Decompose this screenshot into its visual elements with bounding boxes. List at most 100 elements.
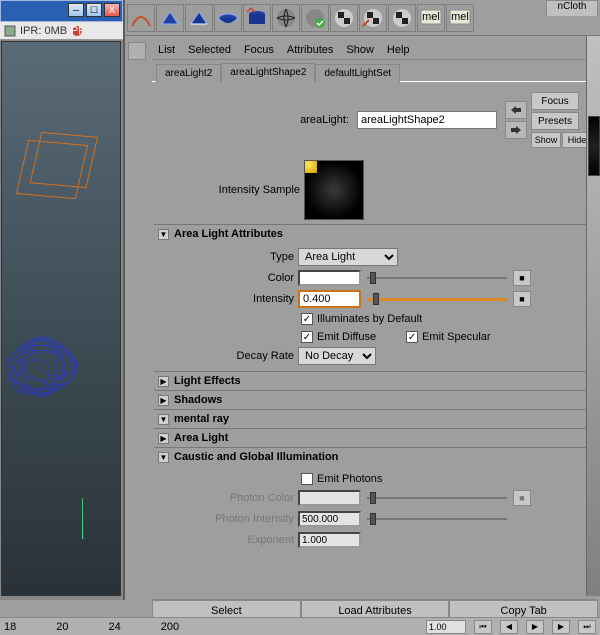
timeline-frame: 18 [4,621,16,633]
emit-specular-label: Emit Specular [422,331,490,343]
ipr-text: IPR: 0MB [20,25,67,37]
tool-tab-toggle[interactable] [128,42,146,60]
section-caustic-gi[interactable]: ▼Caustic and Global Illumination [154,448,596,466]
photon-intensity-slider [367,511,507,527]
nav-down-button[interactable] [505,121,527,139]
timeline-frame: 200 [161,621,179,633]
timeline-frame: 24 [109,621,121,633]
tab-defaultlightset[interactable]: defaultLightSet [315,64,400,82]
menu-list[interactable]: List [158,44,175,56]
timeline-prev-icon[interactable]: ◀ [500,620,518,634]
presets-button[interactable]: Presets [531,112,579,130]
shelf-bar: mel mel nCloth [125,0,600,36]
photon-intensity-label: Photon Intensity [158,513,298,525]
illuminates-label: Illuminates by Default [317,313,422,325]
timeline-bar[interactable]: 18 20 24 200 ⏮ ◀ ▶ ▶ ⏭ [0,617,600,635]
shelf-icon-mel2[interactable]: mel [446,4,474,32]
color-label: Color [158,272,298,284]
node-name-field[interactable] [357,111,497,129]
menu-bar: List Selected Focus Attributes Show Help [152,40,598,60]
close-button[interactable]: X [104,3,120,17]
node-name-label: areaLight: [300,114,353,126]
intensity-sample-label: Intensity Sample [154,184,304,196]
photon-color-map-button: ■ [513,490,531,506]
ipr-status-bar: IPR: 0MB IPR [0,22,123,40]
minimize-button[interactable]: ─ [68,3,84,17]
menu-selected[interactable]: Selected [188,44,231,56]
timeline-rewind-icon[interactable]: ⏮ [474,620,492,634]
svg-text:IPR: IPR [71,25,83,37]
section-area-light-attributes[interactable]: ▼ Area Light Attributes [154,225,596,243]
tab-arealight2[interactable]: areaLight2 [156,64,221,82]
right-side-strip [586,36,600,596]
menu-focus[interactable]: Focus [244,44,274,56]
section-mental-ray[interactable]: ▼mental ray [154,410,596,428]
shelf-icon-checker1[interactable] [330,4,358,32]
nav-up-button[interactable] [505,101,527,119]
show-button[interactable]: Show [531,132,561,148]
chevron-down-icon: ▼ [158,452,169,463]
section-light-effects[interactable]: ▶Light Effects [154,372,596,390]
timeline-current-field[interactable] [426,620,466,634]
attribute-editor: List Selected Focus Attributes Show Help… [152,40,598,601]
timeline-next-icon[interactable]: ▶ [552,620,570,634]
emit-photons-label: Emit Photons [317,473,382,485]
menu-attributes[interactable]: Attributes [287,44,333,56]
shelf-icon-checker2[interactable] [359,4,387,32]
timeline-frame: 20 [56,621,68,633]
emit-photons-checkbox[interactable] [301,473,313,485]
shelf-icon-sphere[interactable] [272,4,300,32]
photon-color-swatch [298,490,361,506]
tab-arealightshape2[interactable]: areaLightShape2 [221,63,315,82]
shelf-icon-loft[interactable] [156,4,184,32]
emit-specular-checkbox[interactable] [406,331,418,343]
maximize-button[interactable]: ☐ [86,3,102,17]
shelf-icon-extrude[interactable] [243,4,271,32]
node-tabs: areaLight2 areaLightShape2 defaultLightS… [152,60,598,82]
photon-color-slider [367,490,507,506]
toolbox-column [128,40,148,600]
color-slider[interactable] [367,270,507,286]
shelf-icon-sphere-check[interactable] [301,4,329,32]
intensity-label: Intensity [158,293,298,305]
viewport-3d[interactable] [1,41,121,596]
emit-diffuse-checkbox[interactable] [301,331,313,343]
timeline-play-icon[interactable]: ▶ [526,620,544,634]
timeline-end-icon[interactable]: ⏭ [578,620,596,634]
decay-label: Decay Rate [158,350,298,362]
render-thumbnail[interactable] [588,116,600,176]
photon-color-label: Photon Color [158,492,298,504]
exponent-label: Exponent [158,534,298,546]
shelf-icon-curve[interactable] [127,4,155,32]
window-titlebar: ─ ☐ X [0,0,123,22]
svg-text:mel: mel [451,11,469,23]
section-shadows[interactable]: ▶Shadows [154,391,596,409]
ncloth-tab[interactable]: nCloth [546,0,598,16]
chevron-right-icon: ▶ [158,376,169,387]
shelf-icon-mel1[interactable]: mel [417,4,445,32]
intensity-map-button[interactable]: ■ [513,291,531,307]
shelf-icon-loft2[interactable] [185,4,213,32]
type-select[interactable]: Area Light [298,248,398,266]
decay-select[interactable]: No Decay [298,347,376,365]
type-label: Type [158,251,298,263]
chevron-right-icon: ▶ [158,433,169,444]
shelf-icon-checker3[interactable] [388,4,416,32]
menu-help[interactable]: Help [387,44,410,56]
section-area-light[interactable]: ▶Area Light [154,429,596,447]
exponent-field [298,532,361,548]
svg-text:mel: mel [422,11,440,23]
intensity-slider[interactable] [367,291,507,307]
color-map-button[interactable]: ■ [513,270,531,286]
focus-button[interactable]: Focus [531,92,579,110]
chevron-down-icon: ▼ [158,229,169,240]
intensity-field[interactable] [300,292,359,306]
chevron-right-icon: ▶ [158,395,169,406]
emit-diffuse-label: Emit Diffuse [317,331,376,343]
menu-show[interactable]: Show [346,44,374,56]
illuminates-checkbox[interactable] [301,313,313,325]
shelf-icon-revolve[interactable] [214,4,242,32]
intensity-sample-swatch[interactable] [304,160,364,220]
color-swatch[interactable] [298,270,361,286]
left-render-panel: ─ ☐ X IPR: 0MB IPR [0,0,125,600]
